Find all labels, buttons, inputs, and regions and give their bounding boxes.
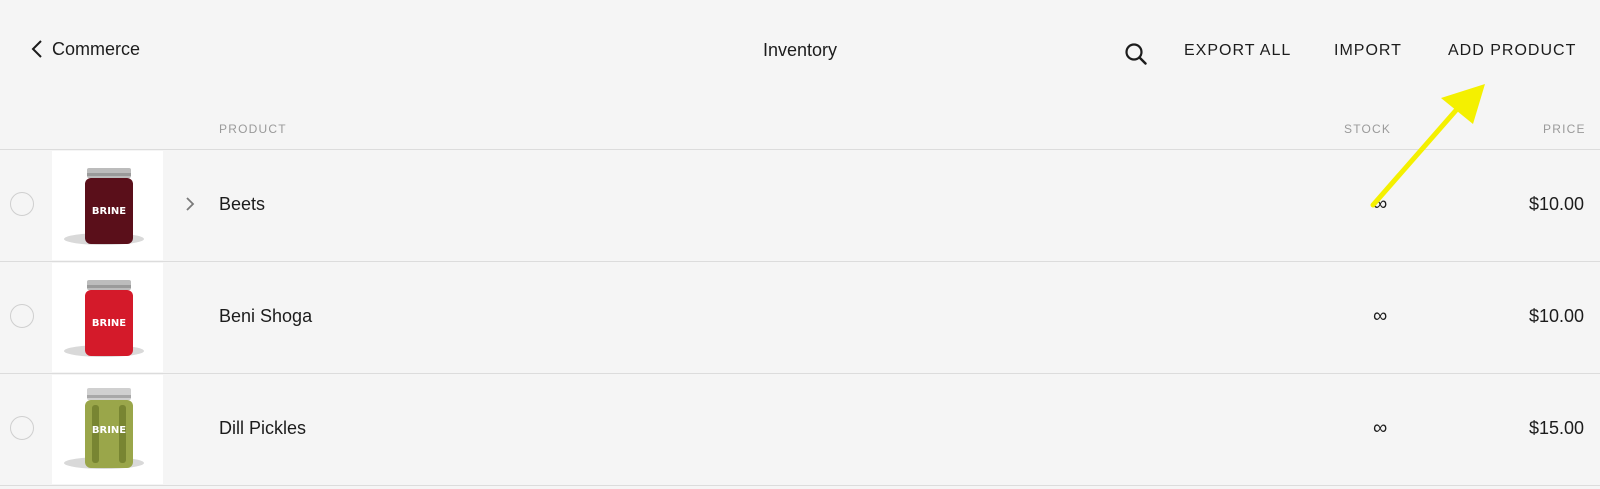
product-stock: ∞ (1373, 305, 1388, 327)
column-header-price[interactable]: PRICE (1543, 122, 1586, 136)
search-button[interactable] (1124, 42, 1148, 66)
product-price: $10.00 (1528, 194, 1584, 214)
row-select-checkbox[interactable] (10, 416, 34, 440)
table-row[interactable]: BRINE Beets ∞ $10.00 (0, 149, 1600, 261)
svg-text:BRINE: BRINE (92, 425, 126, 436)
search-icon (1125, 43, 1147, 65)
product-name[interactable]: Dill Pickles (219, 418, 306, 439)
svg-text:BRINE: BRINE (92, 318, 126, 329)
product-name[interactable]: Beets (219, 194, 265, 215)
product-stock: ∞ (1373, 417, 1388, 439)
table-row[interactable]: BRINE Beni Shoga ∞ $10.00 (0, 261, 1600, 373)
import-button[interactable]: IMPORT (1334, 42, 1402, 60)
product-thumbnail: BRINE (52, 375, 163, 484)
jar-image: BRINE (64, 388, 144, 469)
column-header-stock[interactable]: STOCK (1344, 122, 1391, 136)
inventory-page: Commerce Inventory EXPORT ALL IMPORT ADD… (0, 0, 1600, 489)
svg-text:BRINE: BRINE (92, 206, 126, 217)
product-stock: ∞ (1373, 193, 1388, 215)
jar-image: BRINE (64, 168, 144, 245)
back-to-commerce-link[interactable]: Commerce (30, 38, 140, 60)
chevron-right-icon (186, 197, 195, 211)
product-name[interactable]: Beni Shoga (219, 306, 312, 327)
back-link-label: Commerce (52, 38, 141, 59)
top-bar: Commerce Inventory EXPORT ALL IMPORT ADD… (0, 0, 1600, 100)
export-all-button[interactable]: EXPORT ALL (1184, 42, 1291, 60)
add-product-button[interactable]: ADD PRODUCT (1448, 42, 1576, 60)
product-price: $10.00 (1528, 306, 1584, 326)
jar-image: BRINE (64, 280, 144, 357)
row-select-checkbox[interactable] (10, 192, 34, 216)
row-select-checkbox[interactable] (10, 304, 34, 328)
expand-row-button[interactable] (184, 195, 196, 213)
chevron-left-icon (31, 40, 42, 58)
product-thumbnail: BRINE (52, 151, 163, 260)
product-price: $15.00 (1528, 418, 1584, 438)
column-header-product[interactable]: PRODUCT (219, 122, 287, 136)
table-row[interactable]: BRINE Dill Pickles ∞ $15.00 (0, 373, 1600, 486)
product-thumbnail: BRINE (52, 263, 163, 372)
